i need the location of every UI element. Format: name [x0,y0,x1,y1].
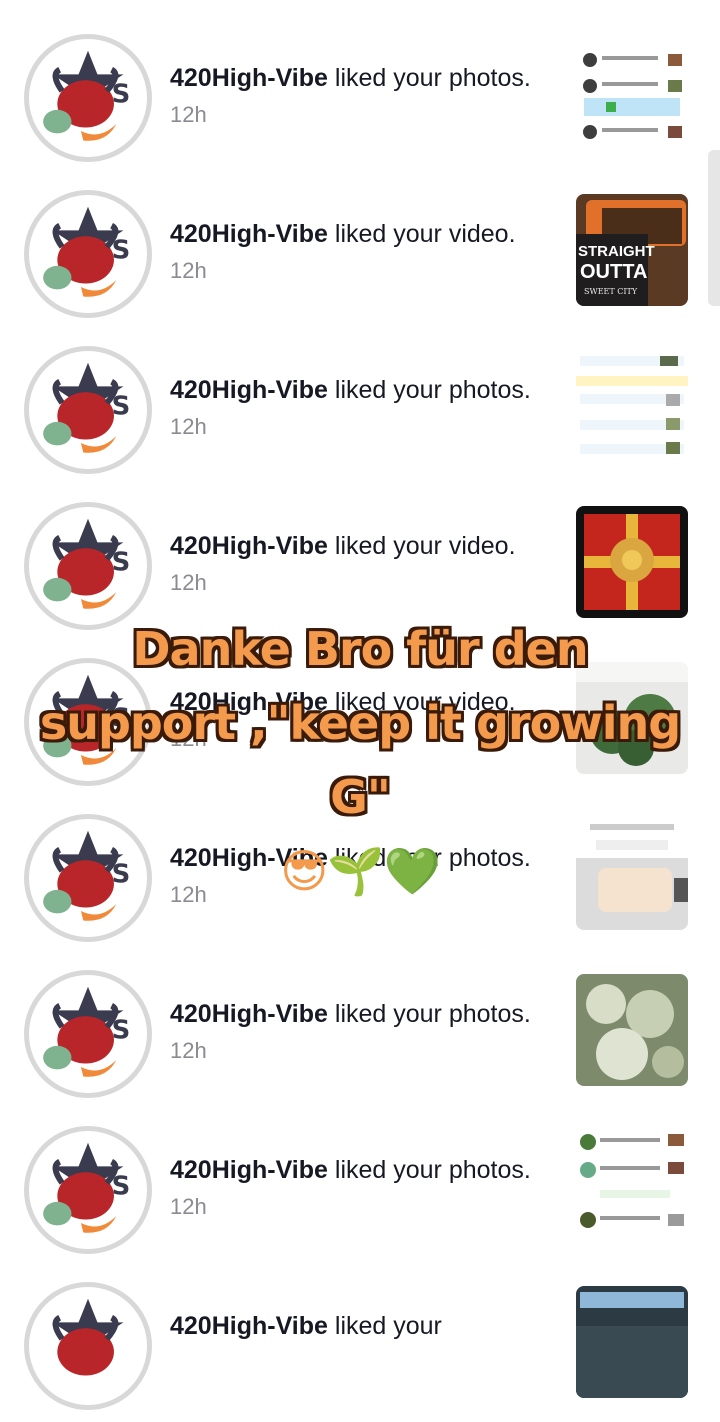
notification-text: 420High-Vibe liked your video. 12h [170,216,550,289]
username[interactable]: 420High-Vibe [170,220,328,248]
video-caption-overlay: Danke Bro für den support ,"keep it grow… [0,612,720,908]
caption-emojis: 😎🌱💚 [280,844,441,898]
svg-text:S: S [112,80,131,110]
photos-screenshot-icon [576,40,688,152]
night-video-icon [576,1286,688,1398]
list-item[interactable]: S 420High-Vibe liked your photos. 12h [0,330,720,486]
photos-screenshot-icon [576,350,688,462]
timestamp: 12h [170,102,207,127]
post-thumbnail[interactable] [576,1130,688,1242]
comments-screenshot-icon [576,1130,688,1242]
svg-text:S: S [112,392,131,422]
username[interactable]: 420High-Vibe [170,1000,328,1028]
notification-action: liked your photos. [327,376,531,404]
caption-line-1: Danke Bro für den [132,622,588,676]
svg-text:S: S [112,1016,131,1046]
list-item[interactable]: S 420High-Vibe liked your photos. 12h [0,954,720,1110]
notification-text: 420High-Vibe liked your photos. 12h [170,372,550,445]
bull-logo-icon: S [43,518,131,609]
notification-action: liked your photos. [327,64,531,92]
notification-text: 420High-Vibe liked your photos. 12h [170,1152,550,1225]
timestamp: 12h [170,258,207,283]
svg-text:S: S [112,548,131,578]
notification-text: 420High-Vibe liked your photos. 12h [170,996,550,1069]
caption-line-3: G" 😎🌱💚 [0,760,720,908]
avatar[interactable]: S [24,346,152,474]
flower-closeup-icon [576,974,688,1086]
timestamp: 12h [170,1038,207,1063]
notification-action: liked your photos. [327,1156,531,1184]
list-item[interactable]: S 420High-Vibe liked your video. 12h STR… [0,174,720,330]
notification-text: 420High-Vibe liked your video. 12h [170,528,550,601]
scrollbar-handle[interactable] [708,150,720,306]
post-thumbnail[interactable] [576,40,688,152]
thumb-label-1: STRAIGHT [578,243,655,260]
avatar[interactable]: S [24,970,152,1098]
post-thumbnail[interactable] [576,974,688,1086]
thumb-label-3: SWEET CITY [584,287,638,296]
notification-action: liked your photos. [327,1000,531,1028]
caption-line-2: support ,"keep it growing [39,696,681,750]
bull-logo-icon: S [43,1142,131,1233]
username[interactable]: 420High-Vibe [170,64,328,92]
straight-outta-video-icon: STRAIGHT OUTTA SWEET CITY [576,194,688,306]
svg-text:S: S [112,1172,131,1202]
notification-action: liked your [327,1312,442,1340]
bull-logo-icon [52,1298,124,1376]
username[interactable]: 420High-Vibe [170,1312,328,1340]
username[interactable]: 420High-Vibe [170,532,328,560]
username[interactable]: 420High-Vibe [170,376,328,404]
list-item[interactable]: S 420High-Vibe liked your photos. 12h [0,18,720,174]
svg-text:S: S [112,236,131,266]
timestamp: 12h [170,1194,207,1219]
notification-action: liked your video. [327,220,516,248]
notification-text: 420High-Vibe liked your photos. 12h [170,60,550,133]
avatar[interactable]: S [24,1126,152,1254]
avatar[interactable]: S [24,34,152,162]
bull-logo-icon: S [43,50,131,141]
post-thumbnail[interactable]: STRAIGHT OUTTA SWEET CITY [576,194,688,306]
post-thumbnail[interactable] [576,350,688,462]
thumb-label-2: OUTTA [580,261,647,283]
notification-text: 420High-Vibe liked your [170,1308,550,1344]
gift-bow-video-icon [576,506,688,618]
timestamp: 12h [170,570,207,595]
avatar[interactable]: S [24,190,152,318]
avatar[interactable]: S [24,502,152,630]
bull-logo-icon: S [43,206,131,297]
list-item[interactable]: 420High-Vibe liked your [0,1266,720,1422]
post-thumbnail[interactable] [576,506,688,618]
avatar[interactable] [24,1282,152,1410]
notification-action: liked your video. [327,532,516,560]
post-thumbnail[interactable] [576,1286,688,1398]
username[interactable]: 420High-Vibe [170,1156,328,1184]
bull-logo-icon: S [43,362,131,453]
bull-logo-icon: S [43,986,131,1077]
timestamp: 12h [170,414,207,439]
list-item[interactable]: S 420High-Vibe liked your photos. 12h [0,1110,720,1266]
